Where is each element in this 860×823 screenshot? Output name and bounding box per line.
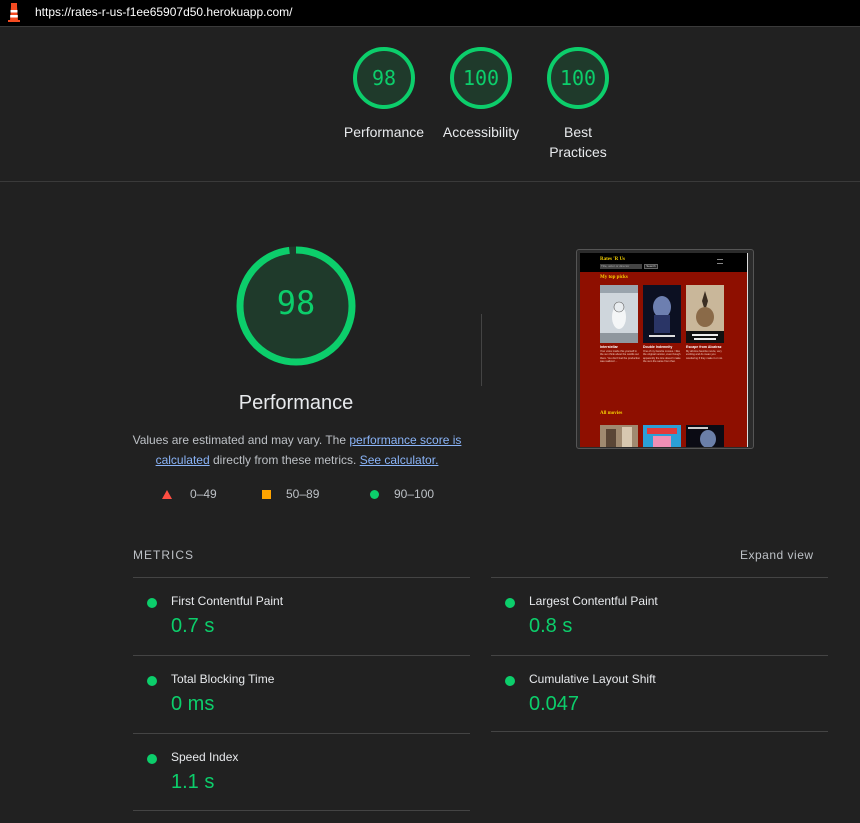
metric-divider <box>491 731 828 732</box>
legend-average: 50–89 <box>262 487 319 501</box>
metric-total-blocking-time: Total Blocking Time 0 ms <box>133 658 453 718</box>
performance-description: Values are estimated and may vary. The p… <box>132 430 462 470</box>
thumb-poster <box>643 425 681 447</box>
pass-circle-icon <box>505 676 515 686</box>
metric-cumulative-layout-shift: Cumulative Layout Shift 0.047 <box>491 658 811 718</box>
metric-divider <box>133 810 470 811</box>
metric-label: Cumulative Layout Shift <box>529 672 656 686</box>
final-screenshot[interactable]: Rates 'R Us Title, actor or director Sea… <box>576 249 754 449</box>
thumb-section-top: My top picks <box>600 275 628 280</box>
metric-divider <box>491 577 828 578</box>
legend-range: 50–89 <box>286 487 320 501</box>
metric-label: Largest Contentful Paint <box>529 594 658 608</box>
desc-text: directly from these metrics. <box>209 453 360 467</box>
thumb-search-input: Title, actor or director <box>600 264 642 269</box>
vertical-divider <box>481 314 482 386</box>
metric-label: Speed Index <box>171 750 239 764</box>
metric-value: 0.8 s <box>529 615 573 637</box>
thumb-movie-title: Double Indemnity <box>643 345 673 349</box>
summary-label: Accessibility <box>442 124 520 140</box>
metric-speed-index: Speed Index 1.1 s <box>133 736 453 796</box>
section-divider <box>0 181 860 182</box>
metric-value: 1.1 s <box>171 771 215 793</box>
metric-value: 0.7 s <box>171 615 215 637</box>
summary-score: 100 <box>559 66 597 90</box>
thumb-poster <box>600 425 638 447</box>
pass-circle-icon <box>505 598 515 608</box>
thumb-movie-title: Escape from Alcatraz <box>686 345 722 349</box>
thumb-search-button: Search <box>644 264 658 269</box>
metric-value: 0 ms <box>171 693 215 715</box>
report-url[interactable]: https://rates-r-us-f1ee65907d50.herokuap… <box>35 5 292 19</box>
legend-range: 90–100 <box>394 487 435 501</box>
metric-divider <box>491 655 828 656</box>
url-bar: https://rates-r-us-f1ee65907d50.herokuap… <box>0 0 860 26</box>
thumb-navbar: Rates 'R Us Title, actor or director Sea… <box>580 253 748 272</box>
metric-label: First Contentful Paint <box>171 594 284 608</box>
legend-pass: 90–100 <box>370 487 434 501</box>
metric-value: 0.047 <box>529 693 580 715</box>
see-calculator-link[interactable]: See calculator. <box>360 453 439 467</box>
thumb-scrollbar <box>747 253 748 447</box>
metric-first-contentful-paint: First Contentful Paint 0.7 s <box>133 580 453 640</box>
circle-icon <box>370 489 379 499</box>
lighthouse-logo-icon <box>8 3 20 22</box>
thumb-section-all: All movies <box>600 411 623 416</box>
topbar-divider <box>0 26 860 27</box>
summary-label: Performance <box>343 124 425 140</box>
summary-label: Best Practices <box>549 124 607 160</box>
thumb-poster-escape-from-alcatraz <box>686 285 724 343</box>
thumb-movie-title: Interstellar <box>600 345 618 349</box>
thumb-brand: Rates 'R Us <box>600 257 625 262</box>
thumb-movie-desc: Your voice inside this yourself in the s… <box>600 350 641 364</box>
pass-circle-icon <box>147 754 157 764</box>
metric-divider <box>133 655 470 656</box>
metric-divider <box>133 577 470 578</box>
legend-range: 0–49 <box>190 487 217 501</box>
performance-title: Performance <box>238 392 354 414</box>
pass-circle-icon <box>147 598 157 608</box>
thumb-poster-double-indemnity <box>643 285 681 343</box>
hamburger-icon <box>717 259 723 264</box>
metric-divider <box>133 733 470 734</box>
pass-circle-icon <box>147 676 157 686</box>
square-icon <box>262 489 271 499</box>
metric-label: Total Blocking Time <box>171 672 275 686</box>
metric-largest-contentful-paint: Largest Contentful Paint 0.8 s <box>491 580 811 640</box>
thumb-poster <box>686 425 724 447</box>
thumb-poster-interstellar <box>600 285 638 343</box>
thumb-movie-desc: My all-time favorite movie, very excitin… <box>686 350 723 360</box>
triangle-icon <box>162 489 172 499</box>
summary-score: 98 <box>371 66 397 90</box>
legend-fail: 0–49 <box>162 487 217 501</box>
desc-text: Values are estimated and may vary. The <box>132 433 350 447</box>
thumb-movie-desc: One of my favorite movies. I like the or… <box>643 350 681 364</box>
performance-score: 98 <box>276 284 316 322</box>
screenshot-page: Rates 'R Us Title, actor or director Sea… <box>580 253 748 447</box>
expand-view-toggle[interactable]: Expand view <box>740 548 814 562</box>
metrics-heading: METRICS <box>133 548 194 562</box>
summary-score: 100 <box>462 66 500 90</box>
